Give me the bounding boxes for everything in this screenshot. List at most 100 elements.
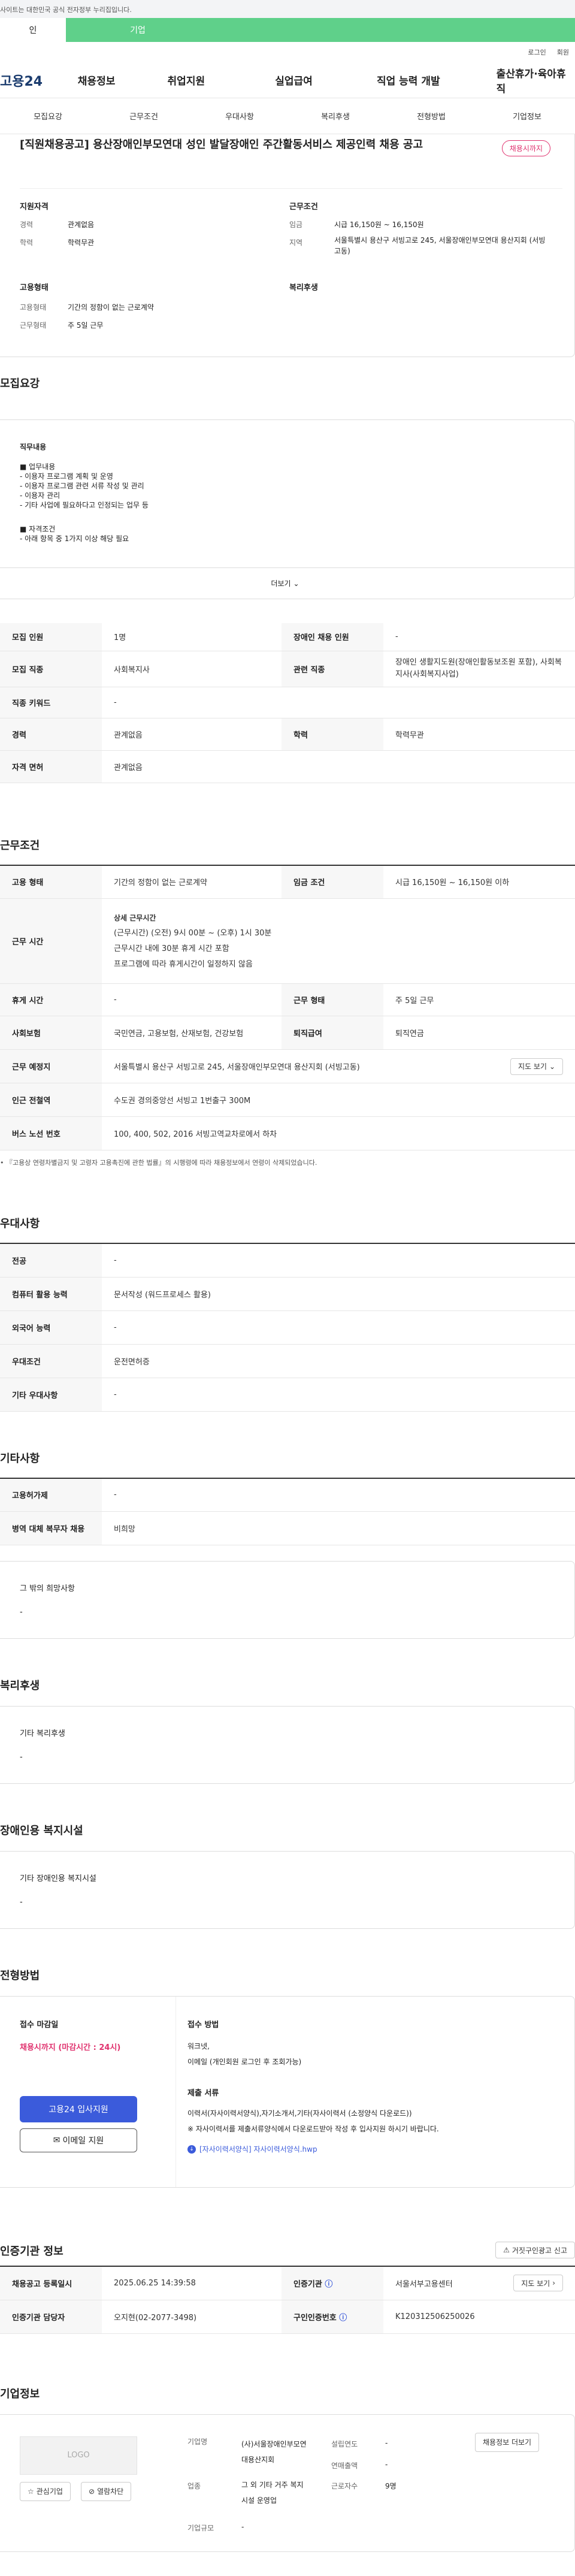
job-desc-title: 직무내용	[20, 443, 47, 451]
tab-screening[interactable]: 전형방법	[383, 110, 479, 122]
th: 관련 직종	[282, 651, 383, 687]
block-company-button[interactable]: ⊘ 열람차단	[81, 2481, 132, 2501]
map-label: 지도 보기	[518, 1062, 547, 1071]
siren-icon: ⚠	[503, 2246, 510, 2254]
desc-line: ■ 자격조건	[20, 525, 56, 533]
gov-notice-bar: 사이트는 대한민국 공식 전자정부 누리집입니다.	[0, 0, 575, 18]
th: 근무 시간	[0, 898, 102, 984]
tab-individual[interactable]: 인	[0, 18, 66, 42]
tab-company[interactable]: 기업정보	[479, 110, 575, 122]
work-table: 고용 형태 기간의 정함이 없는 근로계약 임금 조건 시급 16,150원 ~…	[0, 864, 575, 1150]
th: 근무 예정지	[0, 1049, 102, 1083]
site-logo[interactable]: 고용24	[0, 71, 72, 90]
nav-support[interactable]: 취업지원	[168, 73, 276, 87]
map-button[interactable]: 지도 보기 ⌄	[510, 1058, 563, 1075]
report-button[interactable]: ⚠ 거짓구인광고 신고	[495, 2242, 575, 2258]
table-row: 사회보험 국민연금, 고용보험, 산재보험, 건강보험 퇴직급여 퇴직연금	[0, 1016, 575, 1050]
td: 100, 400, 502, 2016 서빙고역교차로에서 하차	[102, 1116, 575, 1150]
tab-company[interactable]: 기업	[66, 18, 210, 42]
work-title: 근무조건	[0, 839, 40, 852]
chevron-down-icon: ⌄	[549, 1062, 555, 1071]
facility-title: 장애인용 복지시설	[0, 1825, 83, 1837]
table-row: 버스 노선 번호 100, 400, 502, 2016 서빙고역교차로에서 하…	[0, 1116, 575, 1150]
td: 서울특별시 용산구 서빙고로 245, 서울장애인부모연대 용산지회 (서빙고동…	[102, 1049, 575, 1083]
favorite-company-button[interactable]: ☆ 관심기업	[20, 2481, 71, 2501]
note-text: 『고용상 연령차별금지 및 고령자 고용촉진에 관한 법률』의 시행령에 따라 …	[6, 1159, 317, 1167]
wage-value: 시급 16,150원 ~ 16,150원	[334, 221, 424, 229]
agency-map-button[interactable]: 지도 보기 ›	[513, 2275, 563, 2292]
th: 고용 형태	[0, 865, 102, 899]
table-row: 모집 인원 1명 장애인 채용 인원 -	[0, 623, 575, 651]
screen-title: 전형방법	[0, 1970, 40, 1982]
table-row: 고용 형태 기간의 정함이 없는 근로계약 임금 조건 시급 16,150원 ~…	[0, 865, 575, 899]
nav-training[interactable]: 직업 능력 개발	[377, 73, 497, 87]
th: 기타 우대사항	[0, 1378, 102, 1412]
email-apply-button[interactable]: ✉ 이메일 지원	[20, 2128, 137, 2152]
signup-link[interactable]: 회원	[557, 47, 569, 57]
file-download-link[interactable]: ↓ [자사이력서양식] 자사이력서양식.hwp	[187, 2144, 317, 2154]
th: 고용허가제	[0, 1478, 102, 1512]
welfare-title: 복리후생	[0, 1680, 40, 1692]
tab-preference[interactable]: 우대사항	[192, 110, 288, 122]
login-link[interactable]: 로그인	[528, 47, 546, 57]
apply-button[interactable]: 고용24 입사지원	[20, 2096, 137, 2122]
more-jobs-button[interactable]: 채용정보 더보기	[475, 2432, 540, 2452]
company-logo: LOGO	[20, 2436, 137, 2475]
desc-line: - 이용자 프로그램 계획 및 운영	[20, 472, 113, 481]
file-icon: ↓	[187, 2145, 196, 2154]
th: 버스 노선 번호	[0, 1116, 102, 1150]
agency-label: 인증기관	[293, 2279, 322, 2289]
nav-benefit[interactable]: 실업급여	[275, 73, 377, 87]
th: 사회보험	[0, 1016, 102, 1050]
td: -	[102, 983, 282, 1016]
th: 인근 전철역	[0, 1083, 102, 1117]
welfare-box: 기타 복리후생 -	[0, 1706, 575, 1784]
area-value: 서울특별시 용산구 서빙고로 245, 서울장애인부모연대 용산지회 (서빙고동…	[334, 236, 546, 255]
table-row: 직종 키워드 -	[0, 687, 575, 718]
welfare-box-title: 기타 복리후생	[20, 1729, 65, 1738]
global-nav: 고용24 채용정보 취업지원 실업급여 직업 능력 개발 출산휴가·육아휴직	[0, 62, 575, 98]
table-row: 우대조건 운전면허증	[0, 1344, 575, 1378]
nav-leave[interactable]: 출산휴가·육아휴직	[497, 65, 575, 95]
th: 휴게 시간	[0, 983, 102, 1016]
info-icon[interactable]: ⓘ	[325, 2280, 332, 2289]
chevron-down-icon: ⌄	[293, 579, 299, 588]
desc-line: ■ 업무내용	[20, 463, 56, 471]
th: 구인인증번호 ⓘ	[282, 2300, 383, 2334]
td: 운전면허증	[102, 1344, 575, 1378]
edu-label: 학력	[20, 238, 34, 247]
wage-label: 임금	[289, 221, 303, 229]
num-label: 구인인증번호	[293, 2313, 337, 2323]
table-row: 채용공고 등록일시 2025.06.25 14:39:58 인증기관 ⓘ 서울서…	[0, 2266, 575, 2300]
info-icon[interactable]: ⓘ	[339, 2314, 347, 2323]
est-value: -	[385, 2438, 388, 2447]
more-button[interactable]: 더보기 ⌄	[0, 567, 574, 599]
auth-header: 인증기관 정보 ⚠ 거짓구인광고 신고	[0, 2188, 575, 2258]
td: 시급 16,150원 ~ 16,150원 이하	[383, 865, 575, 899]
welfare-summary-title: 복리후생	[289, 283, 318, 292]
worktype-value: 주 5일 근무	[68, 321, 104, 330]
sales-value: -	[385, 2460, 388, 2469]
recruit-table: 모집 인원 1명 장애인 채용 인원 - 모집 직종 사회복지사 관련 직종 장…	[0, 623, 575, 783]
form-title: 고용형태	[20, 283, 49, 292]
etc-table: 고용허가제 - 병역 대체 복무자 채용 비희망	[0, 1477, 575, 1545]
company-name-label: 기업명	[187, 2437, 208, 2446]
emp-label: 고용형태	[20, 303, 47, 312]
th: 자격 면허	[0, 750, 102, 783]
th: 경력	[0, 718, 102, 751]
age-note: • 『고용상 연령차별금지 및 고령자 고용촉진에 관한 법률』의 시행령에 따…	[0, 1159, 317, 1167]
doc-label: 제출 서류	[187, 2089, 219, 2098]
job-title: [직원채용공고] 용산장애인부모연대 성인 발달장애인 주간활동서비스 제공인력…	[20, 138, 423, 151]
tab-recruit[interactable]: 모집요강	[0, 110, 96, 122]
method-line: 이메일 (개인회원 로그인 후 조회가능)	[187, 2058, 302, 2066]
tab-welfare[interactable]: 복리후생	[288, 110, 383, 122]
etc-box: 그 밖의 희망사항 -	[0, 1561, 575, 1639]
td: -	[102, 1243, 575, 1278]
td: 수도권 경의중앙선 서빙고 1번출구 300M	[102, 1083, 575, 1117]
th: 인증기관 ⓘ	[282, 2266, 383, 2300]
td: 서울서부고용센터 지도 보기 ›	[383, 2266, 575, 2300]
cond-title: 근무조건	[289, 203, 318, 212]
nav-jobs[interactable]: 채용정보	[78, 73, 168, 87]
map-label: 지도 보기	[521, 2279, 550, 2288]
tab-conditions[interactable]: 근무조건	[96, 110, 192, 122]
